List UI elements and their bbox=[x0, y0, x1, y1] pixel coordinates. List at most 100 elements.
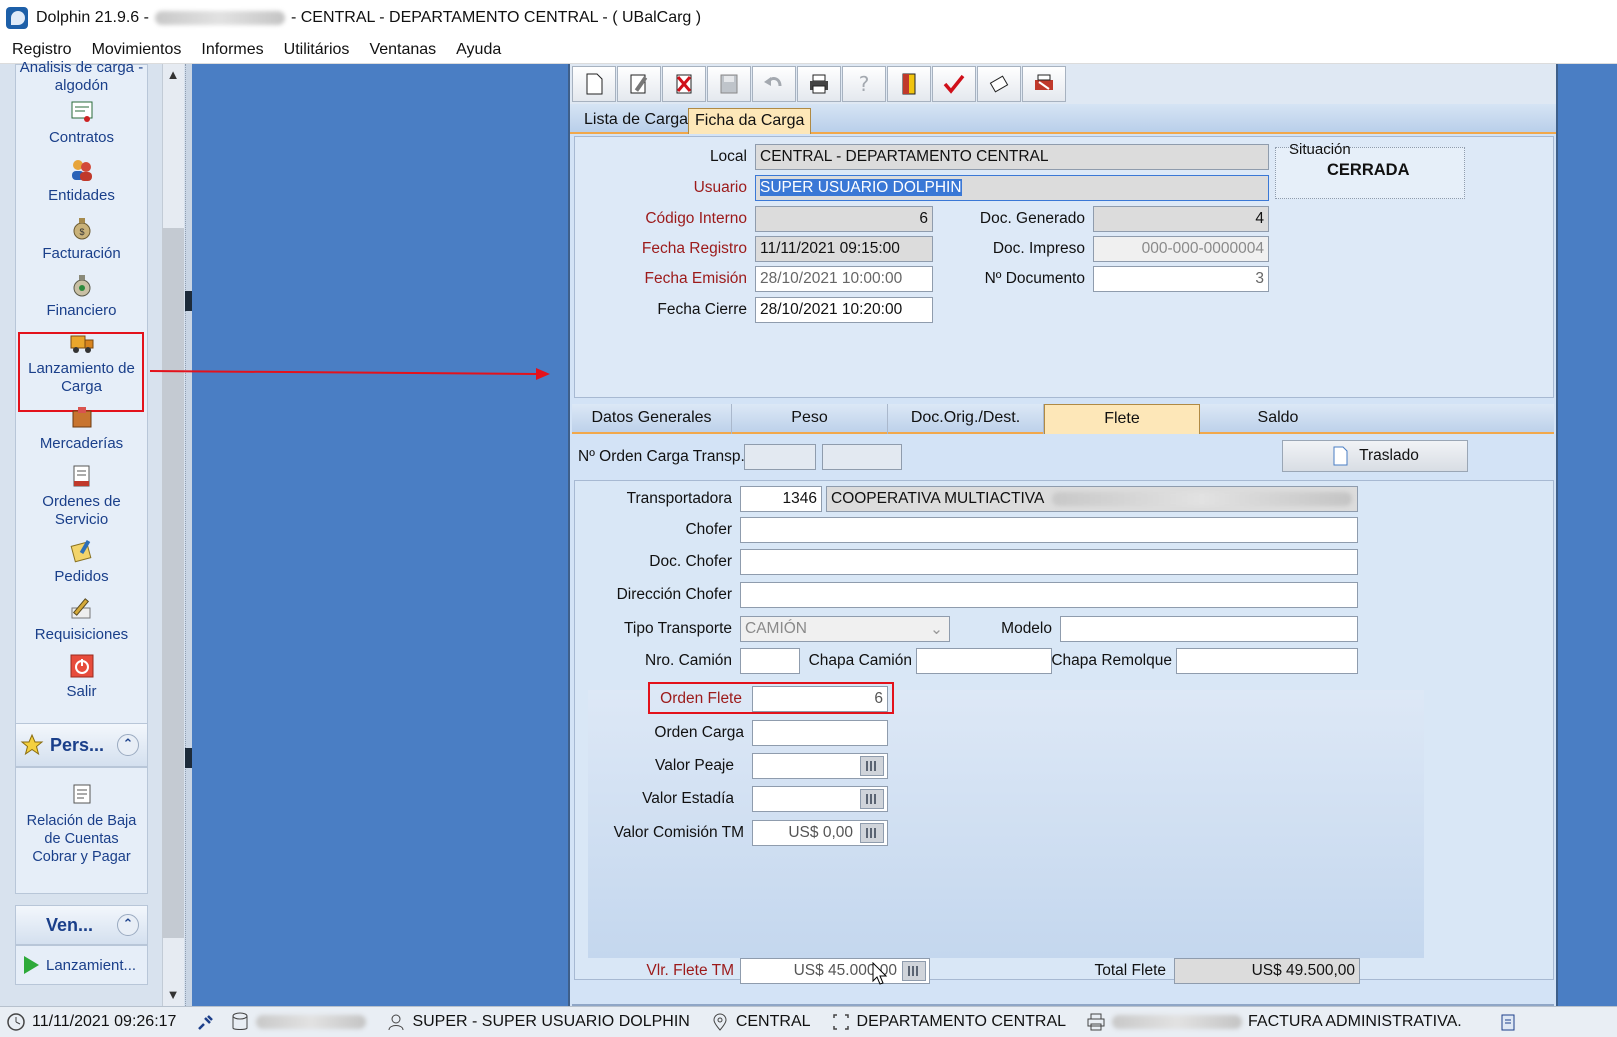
ventanas-panel-header[interactable]: Ven... ⌃ bbox=[15, 905, 148, 945]
tab-datos-generales[interactable]: Datos Generales bbox=[572, 404, 732, 434]
fecha-emision-field[interactable]: 28/10/2021 10:00:00 bbox=[755, 266, 933, 292]
new-button[interactable] bbox=[572, 66, 616, 102]
orden-carga-transp-field-2[interactable] bbox=[822, 444, 902, 470]
annotation-arrow bbox=[150, 368, 550, 380]
menu-utilitarios[interactable]: Utilitários bbox=[284, 41, 350, 59]
menu-ayuda[interactable]: Ayuda bbox=[456, 41, 501, 59]
valor-estadia-label: Valor Estadía bbox=[642, 790, 734, 807]
splitter-arrow-icon[interactable] bbox=[185, 748, 192, 768]
power-icon bbox=[70, 654, 93, 678]
doc-generado-field[interactable]: 4 bbox=[1093, 206, 1269, 232]
menu-movimientos[interactable]: Movimientos bbox=[92, 41, 182, 59]
tab-ficha-carga[interactable]: Ficha da Carga bbox=[688, 108, 812, 134]
nav-label: Salir bbox=[66, 683, 97, 700]
nav-item-entidades[interactable]: Entidades bbox=[16, 157, 147, 205]
highlight-lanzamiento-carga bbox=[18, 332, 144, 412]
doc-chofer-label: Doc. Chofer bbox=[649, 553, 732, 570]
scroll-up-icon[interactable]: ▲ bbox=[162, 64, 184, 86]
nav-item-facturacion[interactable]: $ Facturación bbox=[16, 215, 147, 263]
transportadora-name-field[interactable]: COOPERATIVA MULTIACTIVA bbox=[826, 486, 1358, 512]
status-notes[interactable] bbox=[1498, 1012, 1524, 1032]
calculator-icon[interactable] bbox=[860, 789, 884, 809]
nav-item-pedidos[interactable]: Pedidos bbox=[16, 538, 147, 586]
chofer-field[interactable] bbox=[740, 517, 1358, 543]
orden-carga-label: Orden Carga bbox=[654, 724, 744, 741]
nav-item-analisis-carga[interactable]: Analisis de carga - algodón bbox=[16, 59, 147, 95]
splitter-arrow-icon[interactable] bbox=[185, 291, 192, 311]
transportadora-code-field[interactable]: 1346 bbox=[740, 486, 822, 512]
fecha-registro-label: Fecha Registro bbox=[641, 240, 747, 257]
print-button[interactable] bbox=[797, 66, 841, 102]
nav-label: Pedidos bbox=[54, 568, 109, 585]
clear-button[interactable] bbox=[977, 66, 1021, 102]
mouse-cursor-icon bbox=[872, 962, 888, 985]
chapa-camion-field[interactable] bbox=[916, 648, 1052, 674]
chapa-remolque-field[interactable] bbox=[1176, 648, 1358, 674]
fecha-cierre-field[interactable]: 28/10/2021 10:20:00 bbox=[755, 297, 933, 323]
calculator-icon[interactable] bbox=[860, 823, 884, 843]
star-icon bbox=[20, 733, 44, 756]
collapse-up-icon[interactable]: ⌃ bbox=[117, 734, 139, 756]
nav-item-requisiciones[interactable]: Requisiciones bbox=[16, 596, 147, 644]
relacion-baja-link[interactable]: Relación de Baja de Cuentas Cobrar y Pag… bbox=[16, 812, 147, 866]
dock-splitter[interactable] bbox=[185, 64, 192, 1006]
cancel-print-button[interactable] bbox=[1022, 66, 1066, 102]
people-icon bbox=[71, 160, 92, 181]
usuario-field[interactable]: SUPER USUARIO DOLPHIN bbox=[755, 175, 1269, 201]
mdi-desktop-right bbox=[1558, 64, 1617, 1006]
modelo-field[interactable] bbox=[1060, 616, 1358, 642]
nav-label: Ordenes de Servicio bbox=[42, 493, 121, 528]
exit-button[interactable] bbox=[887, 66, 931, 102]
nav-item-financiero[interactable]: Financiero bbox=[16, 272, 147, 320]
nro-documento-field[interactable]: 3 bbox=[1093, 266, 1269, 292]
nav-item-salir[interactable]: Salir bbox=[16, 653, 147, 701]
document-icon bbox=[1333, 446, 1348, 466]
tab-peso[interactable]: Peso bbox=[732, 404, 888, 434]
sidebar-scrollbar-thumb[interactable] bbox=[162, 228, 184, 938]
help-button[interactable]: ? bbox=[842, 66, 886, 102]
department-icon bbox=[832, 1014, 849, 1030]
menu-informes[interactable]: Informes bbox=[201, 41, 263, 59]
undo-icon bbox=[764, 77, 782, 87]
plug-icon bbox=[198, 1015, 214, 1030]
status-department: DEPARTAMENTO CENTRAL bbox=[831, 1012, 1066, 1032]
nro-camion-label: Nro. Camión bbox=[645, 652, 732, 669]
nav-item-ordenes-servicio[interactable]: Ordenes de Servicio bbox=[16, 463, 147, 529]
edit-button[interactable] bbox=[617, 66, 661, 102]
tab-flete[interactable]: Flete bbox=[1044, 404, 1200, 434]
nav-item-contratos[interactable]: Contratos bbox=[16, 99, 147, 147]
fecha-registro-field[interactable]: 11/11/2021 09:15:00 bbox=[755, 236, 933, 262]
personal-panel-header[interactable]: Pers... ⌃ bbox=[15, 723, 148, 767]
nav-item-mercaderias[interactable]: Mercaderías bbox=[16, 405, 147, 453]
total-flete-field[interactable]: US$ 49.500,00 bbox=[1174, 958, 1360, 984]
status-location-text: CENTRAL bbox=[735, 1013, 811, 1030]
total-flete-label: Total Flete bbox=[1094, 962, 1166, 979]
svg-text:$: $ bbox=[79, 227, 84, 237]
undo-button[interactable] bbox=[752, 66, 796, 102]
tab-saldo[interactable]: Saldo bbox=[1200, 404, 1356, 434]
delete-button[interactable] bbox=[662, 66, 706, 102]
ventana-lanzamiento-item[interactable]: Lanzamient... bbox=[46, 957, 136, 974]
scroll-down-icon[interactable]: ▼ bbox=[162, 984, 184, 1006]
tab-doc-orig-dest[interactable]: Doc.Orig./Dest. bbox=[888, 404, 1044, 434]
save-button[interactable] bbox=[707, 66, 751, 102]
nro-documento-label: Nº Documento bbox=[984, 270, 1085, 287]
local-field[interactable]: CENTRAL - DEPARTAMENTO CENTRAL bbox=[755, 144, 1269, 170]
confirm-button[interactable] bbox=[932, 66, 976, 102]
nro-camion-field[interactable] bbox=[740, 648, 800, 674]
menu-ventanas[interactable]: Ventanas bbox=[369, 41, 436, 59]
orden-flete-field[interactable]: 6 bbox=[752, 686, 888, 712]
doc-chofer-field[interactable] bbox=[740, 549, 1358, 575]
tab-lista-cargas[interactable]: Lista de Cargas bbox=[578, 108, 702, 134]
tipo-transporte-select[interactable]: CAMIÓN ⌄ bbox=[740, 616, 950, 642]
orden-carga-field[interactable] bbox=[752, 720, 888, 746]
traslado-button[interactable]: Traslado bbox=[1282, 440, 1468, 472]
calculator-icon[interactable] bbox=[860, 756, 884, 776]
collapse-up-icon[interactable]: ⌃ bbox=[117, 914, 139, 936]
codigo-interno-field[interactable]: 6 bbox=[755, 206, 933, 232]
doc-impreso-field[interactable]: 000-000-0000004 bbox=[1093, 236, 1269, 262]
menu-registro[interactable]: Registro bbox=[12, 41, 72, 59]
orden-carga-transp-field-1[interactable] bbox=[744, 444, 816, 470]
direccion-chofer-field[interactable] bbox=[740, 582, 1358, 608]
calculator-icon[interactable] bbox=[902, 961, 926, 981]
